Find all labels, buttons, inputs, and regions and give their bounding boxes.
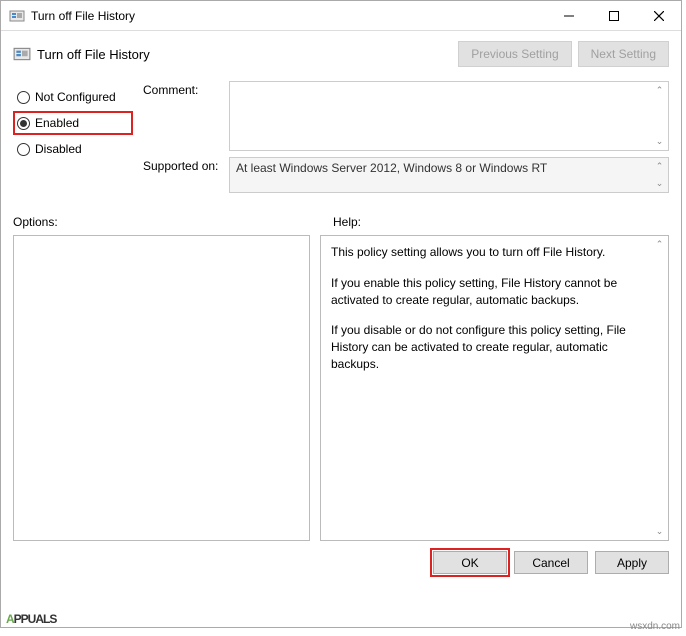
watermark-brand: APPUALS — [6, 599, 56, 630]
radio-label: Disabled — [35, 142, 82, 156]
top-section: Not Configured Enabled Disabled Comment: — [13, 81, 669, 199]
supported-on-box: At least Windows Server 2012, Windows 8 … — [229, 157, 669, 193]
supported-label: Supported on: — [143, 157, 229, 193]
ok-button[interactable]: OK — [433, 551, 507, 574]
supported-text: At least Windows Server 2012, Windows 8 … — [236, 161, 547, 175]
close-button[interactable] — [636, 1, 681, 30]
scroll-down-icon[interactable]: ⌄ — [651, 523, 668, 540]
radio-label: Enabled — [35, 116, 79, 130]
dialog-window: Turn off File History Turn — [0, 0, 682, 628]
options-pane — [13, 235, 310, 541]
header-row: Turn off File History Previous Setting N… — [13, 41, 669, 67]
watermark-site: wsxdn.com — [630, 621, 680, 632]
radio-label: Not Configured — [35, 90, 116, 104]
brand-rest: PPUALS — [14, 612, 57, 626]
window-controls — [546, 1, 681, 30]
pane-labels: Options: Help: — [13, 215, 669, 229]
radio-enabled[interactable]: Enabled — [13, 111, 133, 135]
comment-input[interactable]: ⌃ ⌄ — [229, 81, 669, 151]
previous-setting-button[interactable]: Previous Setting — [458, 41, 571, 67]
options-label: Options: — [13, 215, 333, 229]
apply-button[interactable]: Apply — [595, 551, 669, 574]
titlebar: Turn off File History — [1, 1, 681, 31]
supported-row: Supported on: At least Windows Server 20… — [143, 157, 669, 193]
next-setting-button[interactable]: Next Setting — [578, 41, 669, 67]
policy-header-icon — [13, 45, 31, 63]
policy-icon — [9, 8, 25, 24]
window-title: Turn off File History — [31, 9, 546, 23]
help-text: If you enable this policy setting, File … — [331, 275, 644, 309]
fields-section: Comment: ⌃ ⌄ Supported on: At least Wind… — [143, 81, 669, 199]
help-text: This policy setting allows you to turn o… — [331, 244, 644, 261]
radio-icon — [17, 143, 30, 156]
radio-icon — [17, 91, 30, 104]
help-pane: This policy setting allows you to turn o… — [320, 235, 669, 541]
dialog-content: Turn off File History Previous Setting N… — [1, 31, 681, 627]
minimize-button[interactable] — [546, 1, 591, 30]
radio-icon — [17, 117, 30, 130]
radio-disabled[interactable]: Disabled — [13, 137, 133, 161]
maximize-button[interactable] — [591, 1, 636, 30]
brand-letter: A — [6, 612, 14, 626]
comment-scrollbar[interactable]: ⌃ ⌄ — [651, 82, 668, 150]
help-label: Help: — [333, 215, 361, 229]
scroll-down-icon[interactable]: ⌄ — [651, 133, 668, 150]
scroll-down-icon[interactable]: ⌄ — [651, 175, 668, 192]
supported-scrollbar[interactable]: ⌃ ⌄ — [651, 158, 668, 192]
comment-label: Comment: — [143, 81, 229, 151]
footer-buttons: OK Cancel Apply — [13, 541, 669, 574]
panes: This policy setting allows you to turn o… — [13, 235, 669, 541]
scroll-up-icon[interactable]: ⌃ — [651, 82, 668, 99]
comment-row: Comment: ⌃ ⌄ — [143, 81, 669, 151]
help-text: If you disable or do not configure this … — [331, 322, 644, 372]
state-radio-group: Not Configured Enabled Disabled — [13, 81, 133, 199]
scroll-up-icon[interactable]: ⌃ — [651, 158, 668, 175]
cancel-button[interactable]: Cancel — [514, 551, 588, 574]
radio-not-configured[interactable]: Not Configured — [13, 85, 133, 109]
policy-title: Turn off File History — [37, 47, 452, 62]
scroll-up-icon[interactable]: ⌃ — [651, 236, 668, 253]
help-scrollbar[interactable]: ⌃ ⌄ — [651, 236, 668, 540]
